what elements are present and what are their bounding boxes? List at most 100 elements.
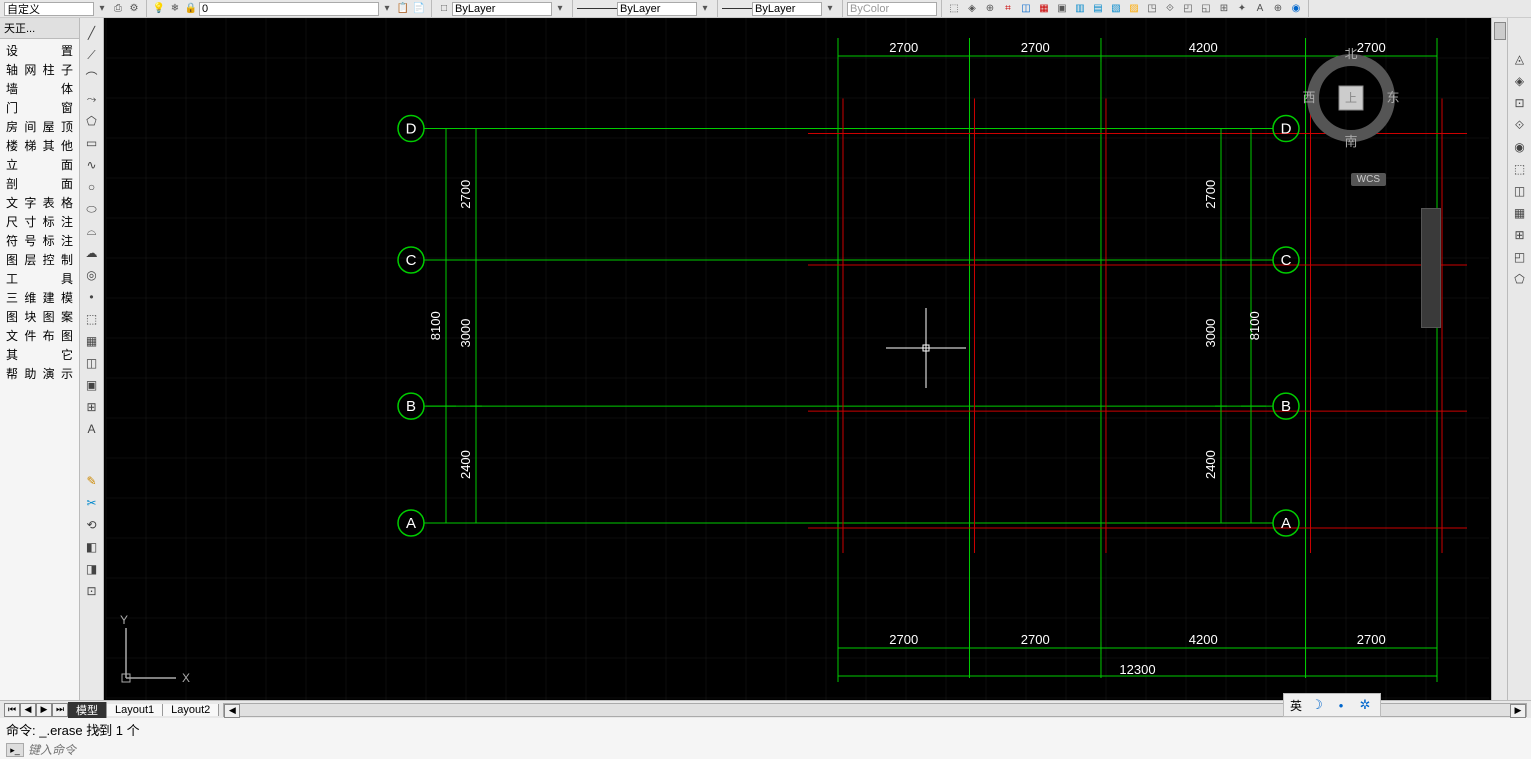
misc-icon[interactable]: ◈: [964, 1, 980, 17]
tab-layout2[interactable]: Layout2: [163, 704, 219, 716]
dropdown-icon[interactable]: ▾: [552, 1, 568, 17]
misc-icon[interactable]: ⟐: [1162, 1, 1178, 17]
layer-icon-3[interactable]: 🔒: [183, 1, 199, 17]
custom-dropdown[interactable]: [4, 2, 94, 16]
dropdown-icon[interactable]: ▾: [697, 1, 713, 17]
sidebar-item[interactable]: 设 置: [0, 41, 79, 60]
gradient-icon[interactable]: ◫: [82, 353, 102, 373]
layer-icon-1[interactable]: 💡: [151, 1, 167, 17]
rtool-icon[interactable]: ◉: [1510, 137, 1530, 157]
point-icon[interactable]: •: [82, 287, 102, 307]
rtool-icon[interactable]: ◫: [1510, 181, 1530, 201]
misc-icon[interactable]: ◳: [1144, 1, 1160, 17]
view-compass[interactable]: 上 北 南 东 西: [1301, 48, 1401, 148]
sidebar-item[interactable]: 文件布图: [0, 326, 79, 345]
polygon-icon[interactable]: ⬠: [82, 111, 102, 131]
sidebar-item[interactable]: 门 窗: [0, 98, 79, 117]
modify-icon[interactable]: ✎: [82, 471, 102, 491]
layer-tool-2[interactable]: 📄: [411, 1, 427, 17]
drawing-canvas[interactable]: AABBCCDD27002700420027002700270042002700…: [104, 18, 1491, 700]
spline-icon[interactable]: ∿: [82, 155, 102, 175]
rtool-icon[interactable]: ◰: [1510, 247, 1530, 267]
misc-icon[interactable]: ▤: [1090, 1, 1106, 17]
ellipsearc-icon[interactable]: ⌓: [82, 221, 102, 241]
ellipse-icon[interactable]: ⬭: [82, 199, 102, 219]
misc-icon[interactable]: ⊕: [1270, 1, 1286, 17]
modify-icon[interactable]: ✂: [82, 493, 102, 513]
wcs-badge[interactable]: WCS: [1351, 173, 1386, 186]
misc-icon[interactable]: ▦: [1036, 1, 1052, 17]
misc-icon[interactable]: ◱: [1198, 1, 1214, 17]
layer-tool-1[interactable]: 📋: [395, 1, 411, 17]
rtool-icon[interactable]: ⬠: [1510, 269, 1530, 289]
cloud-icon[interactable]: ☁: [82, 243, 102, 263]
misc-icon[interactable]: ✦: [1234, 1, 1250, 17]
misc-icon[interactable]: ⊕: [982, 1, 998, 17]
gear-icon[interactable]: ✲: [1356, 696, 1374, 714]
command-input[interactable]: [28, 743, 1525, 757]
sidebar-item[interactable]: 轴网柱子: [0, 60, 79, 79]
tab-layout1[interactable]: Layout1: [107, 704, 163, 716]
rtool-icon[interactable]: ⊡: [1510, 93, 1530, 113]
tab-first-icon[interactable]: ⏮: [4, 703, 20, 717]
rect-icon[interactable]: ▭: [82, 133, 102, 153]
polyline-icon[interactable]: ⤳: [82, 89, 102, 109]
region-icon[interactable]: ▣: [82, 375, 102, 395]
color-swatch[interactable]: □: [436, 1, 452, 17]
sidebar-item[interactable]: 房间屋顶: [0, 117, 79, 136]
tool-icon-1[interactable]: ⎙: [110, 1, 126, 17]
sidebar-item[interactable]: 帮助演示: [0, 364, 79, 383]
layer-dropdown[interactable]: [199, 2, 379, 16]
rtool-icon[interactable]: ⟐: [1510, 115, 1530, 135]
modify-icon[interactable]: ◧: [82, 537, 102, 557]
nav-bar[interactable]: [1421, 208, 1441, 328]
sidebar-item[interactable]: 三维建模: [0, 288, 79, 307]
lineweight-dropdown[interactable]: [752, 2, 822, 16]
misc-icon[interactable]: ◫: [1018, 1, 1034, 17]
donut-icon[interactable]: ◎: [82, 265, 102, 285]
block-icon[interactable]: ⬚: [82, 309, 102, 329]
tab-prev-icon[interactable]: ◀: [20, 703, 36, 717]
sidebar-item[interactable]: 墙 体: [0, 79, 79, 98]
ime-label[interactable]: 英: [1290, 697, 1302, 714]
sidebar-item[interactable]: 工 具: [0, 269, 79, 288]
vertical-scrollbar[interactable]: [1491, 18, 1507, 700]
line-icon[interactable]: ╱: [82, 23, 102, 43]
misc-icon[interactable]: ◰: [1180, 1, 1196, 17]
bycolor-dropdown[interactable]: [847, 2, 937, 16]
text-icon[interactable]: A: [82, 419, 102, 439]
misc-icon[interactable]: ⌗: [1000, 1, 1016, 17]
close-icon[interactable]: ✕: [94, 723, 108, 737]
dropdown-icon[interactable]: ▾: [379, 1, 395, 17]
rtool-icon[interactable]: ⊞: [1510, 225, 1530, 245]
tab-last-icon[interactable]: ⏭: [52, 703, 68, 717]
dropdown-icon[interactable]: ▾: [822, 1, 838, 17]
sidebar-item[interactable]: 图层控制: [0, 250, 79, 269]
modify-icon[interactable]: ◨: [82, 559, 102, 579]
misc-icon[interactable]: ⬚: [946, 1, 962, 17]
sidebar-item[interactable]: 文字表格: [0, 193, 79, 212]
pline-icon[interactable]: ⟋: [82, 45, 102, 65]
command-prompt-icon[interactable]: ▸_: [6, 743, 24, 757]
tab-model[interactable]: 模型: [68, 702, 107, 718]
sidebar-item[interactable]: 立 面: [0, 155, 79, 174]
sidebar-item[interactable]: 图块图案: [0, 307, 79, 326]
misc-icon[interactable]: ▣: [1054, 1, 1070, 17]
misc-icon[interactable]: ▧: [1108, 1, 1124, 17]
misc-icon[interactable]: ▨: [1126, 1, 1142, 17]
hatch-icon[interactable]: ▦: [82, 331, 102, 351]
rtool-icon[interactable]: ▦: [1510, 203, 1530, 223]
sidebar-item[interactable]: 剖 面: [0, 174, 79, 193]
sidebar-item[interactable]: 符号标注: [0, 231, 79, 250]
sidebar-item[interactable]: 尺寸标注: [0, 212, 79, 231]
misc-icon[interactable]: ⊞: [1216, 1, 1232, 17]
layer-icon-2[interactable]: ❄: [167, 1, 183, 17]
misc-icon[interactable]: ◉: [1288, 1, 1304, 17]
modify-icon[interactable]: ⊡: [82, 581, 102, 601]
arc-icon[interactable]: ⌒: [82, 67, 102, 87]
sidebar-item[interactable]: 楼梯其他: [0, 136, 79, 155]
rtool-icon[interactable]: ⬚: [1510, 159, 1530, 179]
table-icon[interactable]: ⊞: [82, 397, 102, 417]
dropdown-icon[interactable]: ▾: [94, 1, 110, 17]
linetype-dropdown[interactable]: [617, 2, 697, 16]
